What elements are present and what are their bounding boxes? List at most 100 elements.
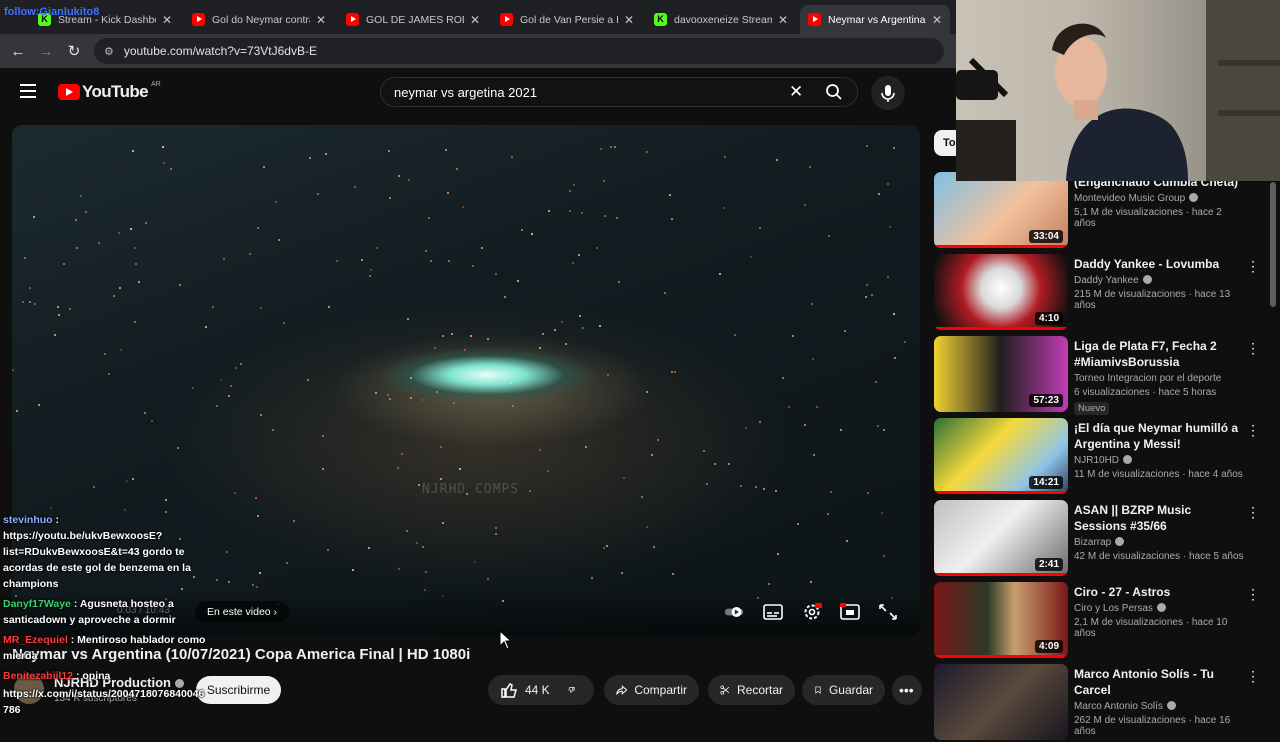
sidebar-scrollbar[interactable]	[1270, 182, 1276, 307]
video-thumbnail[interactable]: 4:10	[934, 254, 1068, 330]
more-vertical-icon[interactable]: ⋮	[1246, 340, 1260, 357]
city-light	[893, 313, 895, 315]
channel-name[interactable]: Montevideo Music Group	[1074, 193, 1244, 204]
site-info-icon[interactable]: ⚙	[104, 45, 114, 58]
city-light	[462, 206, 464, 208]
tab-neymar-vs-argentina[interactable]: Neymar vs Argentina ( ✕	[800, 5, 950, 34]
miniplayer-icon[interactable]	[840, 603, 860, 621]
like-button[interactable]: 44 K	[488, 675, 562, 705]
in-video-button[interactable]: En este video ›	[195, 601, 290, 623]
close-icon[interactable]: ✕	[778, 13, 788, 27]
city-light	[604, 215, 606, 217]
city-light	[255, 497, 257, 499]
tab-title: Gol de Van Persie a Esp	[520, 13, 618, 26]
reload-icon[interactable]: ↻	[60, 42, 88, 60]
recommended-video[interactable]: 4:09 Ciro - 27 - Astros Ciro y Los Persas 2…	[934, 582, 1269, 660]
tab-davooxeneize[interactable]: K davooxeneize Stream ✕	[646, 5, 796, 34]
recommended-video[interactable]: 2:41 ASAN || BZRP Music Sessions #35/66 Bi…	[934, 500, 1269, 578]
fullscreen-icon[interactable]	[878, 603, 898, 621]
subtitles-icon[interactable]	[763, 603, 783, 621]
more-vertical-icon[interactable]: ⋮	[1246, 504, 1260, 521]
tab-gol-neymar[interactable]: Gol do Neymar contra ✕	[184, 5, 334, 34]
city-light	[104, 353, 106, 355]
video-thumbnail[interactable]: 33:04	[934, 172, 1068, 248]
channel-name[interactable]: Torneo Integracion por el deporte	[1074, 373, 1244, 384]
recommended-video[interactable]: 57:23 Liga de Plata F7, Fecha 2 #MiamivsB…	[934, 336, 1269, 415]
city-light	[504, 296, 506, 298]
voice-search-button[interactable]	[871, 76, 905, 110]
city-light	[132, 478, 134, 480]
watch-progress-bar	[934, 245, 1068, 248]
recommended-video[interactable]: Marco Antonio Solís - Tu Carcel Marco Ant…	[934, 664, 1269, 742]
city-light	[846, 540, 848, 542]
more-vertical-icon[interactable]: ⋮	[1246, 422, 1260, 439]
autoplay-toggle-icon[interactable]	[724, 603, 744, 621]
video-thumbnail[interactable]: 57:23	[934, 336, 1068, 412]
video-info: ASAN || BZRP Music Sessions #35/66 Bizarr…	[1074, 502, 1244, 562]
save-button[interactable]: Guardar	[802, 675, 885, 705]
channel-name[interactable]: Ciro y Los Persas	[1074, 603, 1244, 614]
duration-badge: 2:41	[1034, 558, 1063, 571]
channel-name[interactable]: NJR10HD	[1074, 455, 1244, 466]
channel-name[interactable]: Marco Antonio Solís	[1074, 701, 1244, 712]
channel-name[interactable]: Bizarrap	[1074, 537, 1244, 548]
channel-name[interactable]: Daddy Yankee	[1074, 275, 1244, 286]
youtube-logo[interactable]: YouTube AR	[58, 81, 161, 102]
city-light	[472, 265, 474, 267]
verified-icon	[1166, 701, 1176, 710]
settings-gear-icon[interactable]	[802, 603, 822, 621]
youtube-icon	[500, 13, 513, 26]
address-bar[interactable]: ⚙ youtube.com/watch?v=73VtJ6dvB-E	[94, 38, 944, 64]
close-icon[interactable]: ✕	[932, 13, 942, 27]
close-icon[interactable]: ✕	[162, 13, 172, 27]
recommended-video[interactable]: 4:10 Daddy Yankee - Lovumba Daddy Yankee 21…	[934, 254, 1269, 332]
video-title[interactable]: ASAN || BZRP Music Sessions #35/66	[1074, 502, 1244, 534]
search-input[interactable]: neymar vs argetina 2021 ✕	[380, 77, 858, 107]
tab-gol-james[interactable]: GOL DE JAMES RODRÍ ✕	[338, 5, 488, 34]
more-vertical-icon[interactable]: ⋮	[1246, 258, 1260, 275]
video-thumbnail[interactable]: 4:09	[934, 582, 1068, 658]
video-thumbnail[interactable]: 14:21	[934, 418, 1068, 494]
tab-gol-van-persie[interactable]: Gol de Van Persie a Esp ✕	[492, 5, 642, 34]
subscribe-button[interactable]: Suscribirme	[196, 676, 281, 704]
video-title[interactable]: Liga de Plata F7, Fecha 2 #MiamivsBoruss…	[1074, 338, 1244, 370]
city-light	[144, 412, 146, 414]
city-light	[260, 414, 262, 416]
recommended-video[interactable]: 33:04 (Enganchado Cumbia Cheta) Montevideo…	[934, 172, 1269, 250]
city-light	[539, 347, 541, 349]
video-title[interactable]: Daddy Yankee - Lovumba	[1074, 256, 1244, 272]
city-light	[451, 333, 453, 335]
dislike-button[interactable]	[562, 675, 594, 705]
clear-search-icon[interactable]: ✕	[789, 82, 803, 102]
video-thumbnail[interactable]	[934, 664, 1068, 740]
verified-icon	[1142, 275, 1152, 284]
city-light	[425, 250, 427, 252]
city-light	[257, 227, 259, 229]
share-button[interactable]: Compartir	[604, 675, 699, 705]
city-light	[369, 275, 371, 277]
back-icon[interactable]: ←	[4, 43, 32, 60]
close-icon[interactable]: ✕	[624, 13, 634, 27]
video-title[interactable]: Ciro - 27 - Astros	[1074, 584, 1244, 600]
more-actions-button[interactable]: •••	[892, 675, 922, 705]
city-light	[57, 306, 59, 308]
city-light	[844, 330, 846, 332]
watch-progress-bar	[934, 573, 1068, 576]
more-vertical-icon[interactable]: ⋮	[1246, 586, 1260, 603]
city-light	[521, 229, 523, 231]
city-light	[192, 387, 194, 389]
city-light	[750, 256, 752, 258]
forward-icon[interactable]: →	[32, 43, 60, 60]
video-title[interactable]: ¡El día que Neymar humilló a Argentina y…	[1074, 420, 1244, 452]
close-icon[interactable]: ✕	[470, 13, 480, 27]
more-vertical-icon[interactable]: ⋮	[1246, 668, 1260, 685]
video-thumbnail[interactable]: 2:41	[934, 500, 1068, 576]
search-icon[interactable]	[825, 83, 843, 101]
close-icon[interactable]: ✕	[316, 13, 326, 27]
recommended-video[interactable]: 14:21 ¡El día que Neymar humilló a Argent…	[934, 418, 1269, 496]
city-light	[610, 146, 612, 148]
city-light	[170, 168, 172, 170]
menu-icon[interactable]	[20, 84, 36, 98]
clip-button[interactable]: Recortar	[708, 675, 795, 705]
video-title[interactable]: Marco Antonio Solís - Tu Carcel	[1074, 666, 1244, 698]
